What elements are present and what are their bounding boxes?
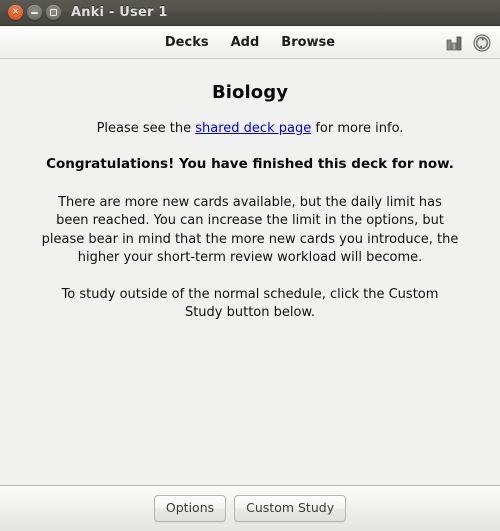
custom-study-button[interactable]: Custom Study [234,495,347,522]
shared-deck-line: Please see the shared deck page for more… [26,103,474,136]
shared-suffix-text: for more info. [311,121,404,136]
main-toolbar: Decks Add Browse [0,26,500,59]
deck-overview-content: Biology Please see the shared deck page … [0,59,500,485]
sync-button[interactable] [472,33,492,53]
sync-icon [473,33,491,52]
toolbar-item-decks[interactable]: Decks [165,36,209,49]
anki-main-window: × Anki - User 1 Decks Add Browse Biology… [0,0,500,531]
window-titlebar: × Anki - User 1 [0,0,500,26]
bottom-button-bar: Options Custom Study [0,485,500,531]
toolbar-item-browse[interactable]: Browse [281,36,335,49]
maximize-button[interactable] [46,5,61,20]
bar-chart-icon [446,36,462,50]
minimize-icon [31,11,38,14]
minimize-button[interactable] [27,5,42,20]
options-button[interactable]: Options [153,495,227,522]
maximize-icon [50,9,57,16]
congratulations-text: Congratulations! You have finished this … [46,156,454,172]
daily-limit-paragraph: There are more new cards available, but … [41,195,459,266]
toolbar-menu: Decks Add Browse [165,36,335,49]
close-button[interactable]: × [8,5,23,20]
shared-deck-page-link[interactable]: shared deck page [195,121,311,136]
stats-button[interactable] [445,33,465,53]
page-title: Biology [211,82,289,103]
toolbar-icon-group [445,26,492,59]
close-icon: × [11,7,20,17]
custom-study-hint-paragraph: To study outside of the normal schedule,… [61,286,439,321]
shared-prefix-text: Please see the [96,121,196,136]
toolbar-item-add[interactable]: Add [231,36,260,49]
window-controls: × [8,5,61,20]
window-title: Anki - User 1 [71,5,168,20]
